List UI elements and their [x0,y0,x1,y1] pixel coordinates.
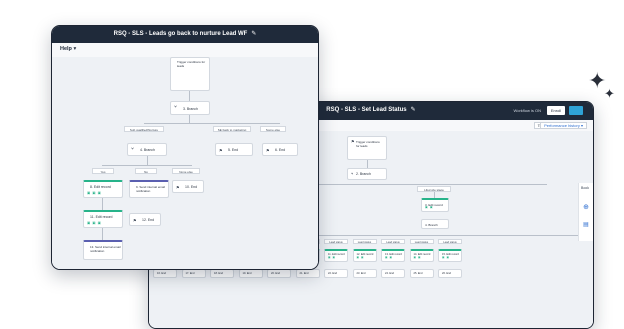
side-label: Book [581,186,589,190]
chat-icon[interactable]: ▤ [581,221,591,228]
trigger-node[interactable]: ⚑ Trigger conditions for leads [347,136,387,160]
edit-record-node[interactable]: 15. Edit record ▣▣ [438,249,462,262]
email-node[interactable]: 9. Send internal email notification [129,180,169,198]
lead-status-column: Lead status 14. Edit record ▣▣ 25. End [409,236,436,316]
flag-icon: ⚑ [219,148,223,153]
window-title: RSQ - SLS - Leads go back to nurture Lea… [113,30,257,37]
edit-record-node[interactable]: 13. Edit record ▣▣ [381,249,405,262]
flag-icon: ⚑ [266,148,270,153]
end-node[interactable]: 20. End [267,269,291,278]
workflow-canvas: Trigger conditions for leads ⑂ 3. Branch… [52,57,318,269]
end-node[interactable]: 22. End [324,269,348,278]
branch-node[interactable]: ⑂ 4. Branch [127,143,167,156]
end-node[interactable]: 17. End [181,269,206,278]
toggle-button[interactable] [569,106,583,115]
workflow-toolbar: Help ▾ [52,43,318,58]
end-node[interactable]: ⚑ 10. End [172,180,204,193]
window-titlebar: RSQ - SLS - Leads go back to nurture Lea… [52,26,318,43]
edit-record-node[interactable]: 11. Edit record ▣▣▣ [83,210,123,228]
branch-node[interactable]: ⑂ 3. Branch [170,101,210,115]
branch-node[interactable]: ⑂ 2. Branch [347,168,387,180]
branch-label: Lead status [409,239,434,244]
end-node[interactable]: ⚑ 12. End [129,213,161,226]
chevron-down-icon: ▾ [580,123,583,128]
email-node[interactable]: 13. Send internal email notification [83,240,123,260]
lead-status-column: Lead status 12. Edit record ▣▣ 23. End [352,236,379,316]
pencil-icon[interactable]: ✎ [251,30,256,37]
branch-label: Lead status [438,239,462,244]
flag-icon: ⚑ [176,185,180,190]
record-icon: ▣▣ [385,256,394,259]
record-icon: ▣▣ [413,256,423,259]
record-icon: ▣▣ [425,205,435,209]
flag-icon: ⚑ [351,139,355,144]
lead-status-column: Lead status 13. Edit record ▣▣ 24. End [381,236,407,316]
branch-label: SE back to marketing [213,126,251,132]
connector-line [367,160,368,168]
edit-record-node[interactable]: 14. Edit record ▣▣ [409,249,434,262]
branch-label: Sub qualified/Nurture [124,126,164,132]
connector-line [147,156,148,165]
record-icon: ▣▣▣ [87,191,103,195]
end-node[interactable]: 24. End [381,269,405,278]
record-icon: ▣▣ [328,256,337,259]
edit-record-node[interactable]: 3. Edit record ▣▣ [421,198,449,212]
enroll-button[interactable]: Enroll [547,106,565,115]
record-icon: ▣▣ [356,256,366,259]
lead-status-column: Lead status 11. Edit record ▣▣ 22. End [324,236,350,316]
record-icon: ▣▣▣ [87,221,103,225]
connector-line [144,123,280,124]
edit-record-node[interactable]: 8. Edit record ▣▣▣ [83,180,123,198]
end-node[interactable]: 23. End [352,269,377,278]
help-menu[interactable]: Help ▾ [60,46,76,52]
connector-line [102,228,103,240]
branch-icon: ⑂ [131,146,135,152]
workflow-status: Workflow is ON [513,108,541,113]
sparkle-icon: ✦ [604,87,615,102]
flag-icon: ⚑ [133,218,137,223]
branch-label: Lead status [324,239,348,244]
lead-status-column: Lead status 15. Edit record ▣▣ 26. End [438,236,464,316]
end-node[interactable]: 19. End [238,269,263,278]
workflow-window-nurture: RSQ - SLS - Leads go back to nurture Lea… [51,25,319,270]
end-node[interactable]: 21. End [295,269,320,278]
end-node[interactable]: ⚑ 5. End [215,143,253,156]
branch-label: Lead status [381,239,405,244]
end-node[interactable]: 26. End [438,269,462,278]
edit-record-node[interactable]: 12. Edit record ▣▣ [352,249,377,262]
performance-history-button[interactable]: Performance history ▾ [540,122,587,129]
connector-line [102,198,103,210]
branch-label: None else [172,168,200,174]
trigger-node[interactable]: Trigger conditions for leads [170,57,210,91]
end-node[interactable]: ⚑ 6. End [262,143,298,156]
chevron-down-icon: ▾ [73,46,77,52]
end-node[interactable]: 25. End [409,269,434,278]
branch-icon: ⑂ [174,104,178,110]
branch-icon: ⑂ [351,171,354,176]
right-side-panel: Book ⊕ ▤ [578,183,593,241]
connector-line [189,91,190,101]
branch-label: No [135,168,157,174]
branch-label: Yes [92,168,114,174]
branch-label: Lead status [352,239,377,244]
branch-node[interactable]: 4. Branch [421,219,449,229]
connector-line [102,165,192,166]
plus-icon[interactable]: ⊕ [581,203,591,211]
end-node[interactable]: 18. End [210,269,234,278]
edit-record-node[interactable]: 11. Edit record ▣▣ [324,249,348,262]
end-node[interactable]: 16. End [153,269,177,278]
record-icon: ▣▣ [442,256,451,259]
pencil-icon[interactable]: ✎ [411,106,416,113]
connector-line [189,115,190,123]
branch-label: Some else [260,126,286,132]
